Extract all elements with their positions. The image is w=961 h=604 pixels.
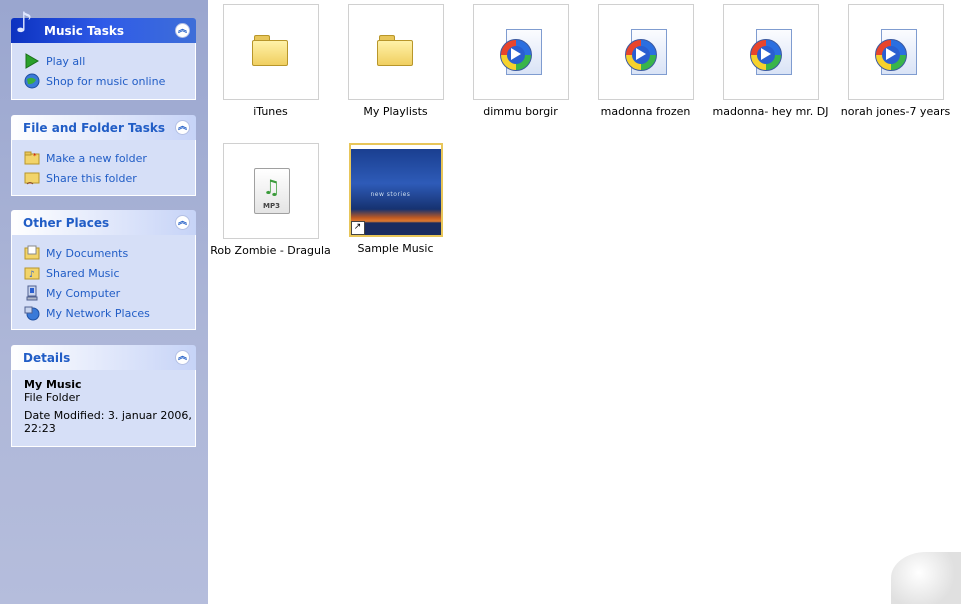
my-documents-icon xyxy=(24,245,40,261)
folder-icon xyxy=(376,35,413,66)
folder-icon xyxy=(251,35,288,66)
details-date-modified: Date Modified: 3. januar 2006, xyxy=(24,409,192,422)
my-computer-label: My Computer xyxy=(46,286,121,300)
my-computer-link[interactable]: My Computer xyxy=(24,283,195,303)
item-label: madonna- hey mr. DJ xyxy=(712,105,829,118)
mp3-file-icon: ♫ MP3 xyxy=(253,168,290,214)
file-view[interactable]: iTunes My Playlists dimmu borgir madonna… xyxy=(208,0,961,604)
details-title: Details xyxy=(23,351,71,365)
play-all-label: Play all xyxy=(46,54,86,68)
task-pane: ♪ Music Tasks ︽ Play all Shop for music … xyxy=(0,0,208,604)
collapse-chevron-icon[interactable]: ︽ xyxy=(175,23,190,38)
media-file-item[interactable]: madonna- hey mr. DJ xyxy=(708,4,833,118)
music-tasks-header[interactable]: ♪ Music Tasks ︽ xyxy=(11,6,196,43)
globe-icon xyxy=(24,73,40,89)
item-label: Sample Music xyxy=(357,242,434,255)
details-item-type: File Folder xyxy=(24,391,80,404)
make-new-folder-label: Make a new folder xyxy=(46,151,147,165)
file-folder-tasks-panel: File and Folder Tasks ︽ * Make a new fol… xyxy=(11,115,196,196)
details-time-modified: 22:23 xyxy=(24,422,56,435)
svg-text:♪: ♪ xyxy=(29,270,35,280)
thumbnail: ♫ MP3 xyxy=(222,143,319,239)
share-folder-label: Share this folder xyxy=(46,171,137,185)
play-icon xyxy=(24,53,40,69)
thumbnail xyxy=(847,4,944,100)
details-header[interactable]: Details ︽ xyxy=(11,345,196,370)
new-folder-icon: * xyxy=(24,150,40,166)
sample-music-shortcut[interactable]: new stories ↗ Sample Music xyxy=(333,143,458,255)
make-new-folder-task[interactable]: * Make a new folder xyxy=(24,148,195,168)
shortcut-arrow-icon: ↗ xyxy=(350,221,365,235)
music-note-icon: ♪ xyxy=(15,6,33,39)
folder-item-itunes[interactable]: iTunes xyxy=(208,4,333,118)
media-player-file-icon xyxy=(499,29,542,75)
collapse-chevron-icon[interactable]: ︽ xyxy=(175,215,190,230)
media-file-item[interactable]: madonna frozen xyxy=(583,4,708,118)
play-all-task[interactable]: Play all xyxy=(24,51,195,71)
svg-text:*: * xyxy=(33,152,37,160)
media-file-item[interactable]: dimmu borgir xyxy=(458,4,583,118)
my-documents-label: My Documents xyxy=(46,246,129,260)
other-places-panel: Other Places ︽ My Documents ♪ Shared Mus… xyxy=(11,210,196,330)
other-places-header[interactable]: Other Places ︽ xyxy=(11,210,196,235)
thumbnail xyxy=(222,4,319,100)
folder-item-my-playlists[interactable]: My Playlists xyxy=(333,4,458,118)
network-places-icon xyxy=(24,305,40,321)
music-tasks-panel: ♪ Music Tasks ︽ Play all Shop for music … xyxy=(11,6,196,100)
shop-music-online-task[interactable]: Shop for music online xyxy=(24,71,195,91)
item-label: norah jones-7 years xyxy=(840,105,951,118)
music-tasks-title: Music Tasks xyxy=(44,24,125,38)
my-computer-icon xyxy=(24,285,40,301)
item-label: Rob Zombie - Dragula xyxy=(210,244,331,257)
mp3-file-item[interactable]: ♫ MP3 Rob Zombie - Dragula xyxy=(208,143,333,257)
media-player-file-icon xyxy=(749,29,792,75)
share-folder-icon xyxy=(24,170,40,186)
item-label: My Playlists xyxy=(363,105,428,118)
other-places-title: Other Places xyxy=(23,216,110,230)
item-label: iTunes xyxy=(253,105,288,118)
share-folder-task[interactable]: Share this folder xyxy=(24,168,195,188)
mp3-badge: MP3 xyxy=(263,202,280,210)
shared-music-label: Shared Music xyxy=(46,266,120,280)
thumbnail xyxy=(347,4,444,100)
thumbnail: new stories ↗ xyxy=(348,143,443,237)
my-documents-link[interactable]: My Documents xyxy=(24,243,195,263)
media-file-item[interactable]: norah jones-7 years xyxy=(833,4,958,118)
watermark-bubble xyxy=(891,552,961,604)
item-label: dimmu borgir xyxy=(483,105,558,118)
network-places-link[interactable]: My Network Places xyxy=(24,303,195,323)
item-label: madonna frozen xyxy=(600,105,691,118)
details-panel: Details ︽ My Music File Folder Date Modi… xyxy=(11,345,196,447)
thumbnail xyxy=(597,4,694,100)
file-folder-tasks-header[interactable]: File and Folder Tasks ︽ xyxy=(11,115,196,140)
media-player-file-icon xyxy=(624,29,667,75)
thumbnail xyxy=(722,4,819,100)
collapse-chevron-icon[interactable]: ︽ xyxy=(175,120,190,135)
shared-music-icon: ♪ xyxy=(24,265,40,281)
network-places-label: My Network Places xyxy=(46,306,150,320)
thumbnail xyxy=(472,4,569,100)
media-player-file-icon xyxy=(874,29,917,75)
file-folder-tasks-title: File and Folder Tasks xyxy=(23,121,166,135)
details-item-name: My Music xyxy=(24,378,82,391)
shop-music-online-label: Shop for music online xyxy=(46,74,166,88)
shared-music-link[interactable]: ♪ Shared Music xyxy=(24,263,195,283)
collapse-chevron-icon[interactable]: ︽ xyxy=(175,350,190,365)
